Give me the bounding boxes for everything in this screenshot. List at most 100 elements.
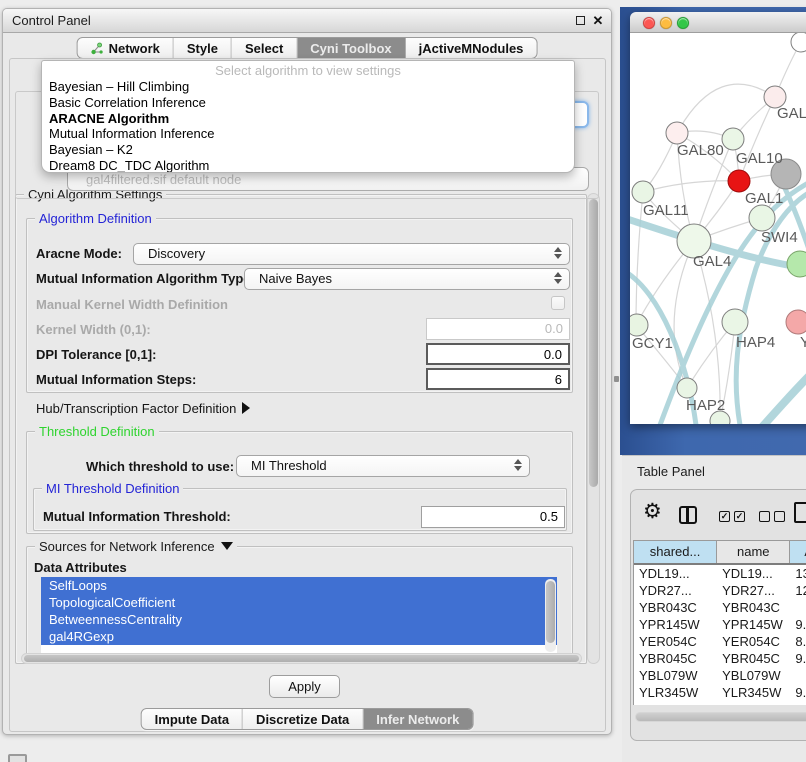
mi-type-value: Naive Bayes bbox=[259, 271, 332, 286]
hub-factor-expander[interactable]: Hub/Transcription Factor Definition bbox=[36, 401, 250, 416]
tab-network[interactable]: Network bbox=[78, 38, 174, 58]
cell: YBR043C bbox=[717, 599, 790, 616]
split-columns-icon[interactable] bbox=[679, 506, 697, 524]
aracne-mode-combobox[interactable]: Discovery bbox=[133, 243, 570, 265]
cell: YDL19... bbox=[634, 565, 717, 582]
table-row[interactable]: YPR145WYPR145W9. bbox=[634, 616, 806, 633]
node-hap4[interactable] bbox=[722, 309, 748, 335]
table-row[interactable]: YBR043CYBR043C bbox=[634, 599, 806, 616]
checkbox-unchecked-icon[interactable] bbox=[759, 511, 770, 522]
mi-threshold-field[interactable]: 0.5 bbox=[421, 506, 565, 528]
mi-type-combobox[interactable]: Naive Bayes bbox=[244, 268, 570, 290]
node-table: shared... name A YDL19...YDL19...13 YDR2… bbox=[633, 540, 806, 705]
tab-impute-data[interactable]: Impute Data bbox=[142, 709, 243, 729]
column-header-shared-name[interactable]: shared... bbox=[634, 541, 717, 563]
cell: YBL079W bbox=[717, 667, 790, 684]
tab-select[interactable]: Select bbox=[232, 38, 297, 58]
checkbox-unchecked-icon[interactable] bbox=[774, 511, 785, 522]
table-panel-title: Table Panel bbox=[637, 464, 705, 479]
table-row[interactable]: YIL052CYIL052C9. bbox=[634, 701, 806, 705]
settings-horizontal-scrollbar[interactable] bbox=[21, 653, 582, 664]
tab-style-label: Style bbox=[187, 38, 218, 59]
control-panel-window: Control Panel ✕ Network Style Select Cyn… bbox=[2, 8, 612, 735]
document-icon[interactable] bbox=[794, 502, 806, 523]
settings-gear-icon[interactable]: ⚙ bbox=[643, 499, 662, 525]
node-y-partial[interactable] bbox=[786, 310, 806, 334]
tab-jactivemnodules[interactable]: jActiveMNodules bbox=[406, 38, 537, 58]
stepper-arrows-icon bbox=[554, 272, 562, 284]
network-graph[interactable]: GAL80 GAL10 GAL1 GAL11 SWI4 GAL4 GCY1 HA… bbox=[630, 33, 806, 424]
column-header-clipped[interactable]: A bbox=[790, 541, 806, 563]
attribute-item-selected[interactable]: TopologicalCoefficient bbox=[41, 594, 557, 611]
kernel-width-field[interactable]: 0.0 bbox=[426, 318, 570, 340]
settings-vertical-scrollbar[interactable] bbox=[587, 193, 600, 664]
minimize-traffic-light-icon[interactable] bbox=[660, 17, 672, 29]
expander-collapsed-icon bbox=[242, 402, 250, 414]
cell: YPR145W bbox=[634, 616, 717, 633]
tab-style[interactable]: Style bbox=[174, 38, 232, 58]
algorithm-option[interactable]: Dream8 DC_TDC Algorithm bbox=[42, 158, 574, 173]
algorithm-option[interactable]: Bayesian – Hill Climbing bbox=[42, 79, 574, 95]
scrollbar-thumb[interactable] bbox=[546, 581, 555, 643]
algorithm-dropdown-placeholder: Select algorithm to view settings bbox=[42, 63, 574, 79]
node-swi4[interactable] bbox=[749, 205, 775, 231]
float-window-icon[interactable] bbox=[576, 16, 585, 25]
scrollbar-thumb[interactable] bbox=[636, 713, 806, 721]
mi-steps-field[interactable]: 6 bbox=[426, 368, 570, 390]
table-row[interactable]: YLR345WYLR345W9. bbox=[634, 684, 806, 701]
network-canvas[interactable]: GAL80 GAL10 GAL1 GAL11 SWI4 GAL4 GCY1 HA… bbox=[630, 33, 806, 424]
scrollbar-thumb[interactable] bbox=[589, 199, 598, 487]
apply-button[interactable]: Apply bbox=[269, 675, 340, 698]
manual-kernel-checkbox[interactable] bbox=[551, 296, 565, 310]
control-panel-titlebar[interactable]: Control Panel ✕ bbox=[3, 9, 611, 33]
checkbox-checked-icon[interactable]: ✓ bbox=[734, 511, 745, 522]
tab-discretize-data[interactable]: Discretize Data bbox=[243, 709, 363, 729]
cell: 9. bbox=[790, 684, 806, 701]
tab-infer-network[interactable]: Infer Network bbox=[363, 709, 472, 729]
node-label: HAP2 bbox=[686, 397, 725, 414]
close-icon[interactable]: ✕ bbox=[591, 12, 605, 30]
tab-select-label: Select bbox=[245, 38, 283, 59]
column-header-name[interactable]: name bbox=[717, 541, 790, 563]
table-row[interactable]: YBR045CYBR045C9. bbox=[634, 650, 806, 667]
minimized-panel-button[interactable] bbox=[8, 754, 27, 762]
node-gal1-selected[interactable] bbox=[728, 170, 750, 192]
node-gcy1[interactable] bbox=[630, 314, 648, 336]
scrollbar-thumb[interactable] bbox=[24, 655, 579, 662]
cell bbox=[790, 599, 806, 616]
table-row[interactable]: YDR27...YDR27...12 bbox=[634, 582, 806, 599]
node-gal80[interactable] bbox=[666, 122, 688, 144]
cell: YBR043C bbox=[634, 599, 717, 616]
stepper-arrows-icon bbox=[554, 247, 562, 259]
checkbox-checked-icon[interactable]: ✓ bbox=[719, 511, 730, 522]
split-pane-handle[interactable] bbox=[614, 376, 619, 382]
algorithm-option[interactable]: Basic Correlation Inference bbox=[42, 95, 574, 111]
which-threshold-combobox[interactable]: MI Threshold bbox=[236, 455, 530, 477]
tab-cyni-toolbox[interactable]: Cyni Toolbox bbox=[297, 38, 405, 58]
dpi-tolerance-field[interactable]: 0.0 bbox=[426, 343, 570, 365]
sources-title-text: Sources for Network Inference bbox=[39, 539, 215, 554]
table-row[interactable]: YER054CYER054C8. bbox=[634, 633, 806, 650]
node-unlabeled[interactable] bbox=[791, 33, 806, 52]
algorithm-option-aracne[interactable]: ARACNE Algorithm bbox=[42, 111, 574, 127]
attribute-item-selected[interactable]: SelfLoops bbox=[41, 577, 557, 594]
node-gal10[interactable] bbox=[722, 128, 744, 150]
table-horizontal-scrollbar[interactable] bbox=[635, 712, 806, 722]
attribute-item-selected[interactable]: BetweennessCentrality bbox=[41, 611, 557, 628]
attributes-scrollbar[interactable] bbox=[545, 579, 556, 652]
expander-expanded-icon bbox=[221, 542, 233, 550]
algorithm-option[interactable]: Mutual Information Inference bbox=[42, 126, 574, 142]
aracne-mode-value: Discovery bbox=[148, 246, 205, 261]
node-hap2[interactable] bbox=[677, 378, 697, 398]
attribute-item-selected[interactable]: gal4RGexp bbox=[41, 628, 557, 645]
node-green[interactable] bbox=[787, 251, 806, 277]
table-row[interactable]: YBL079WYBL079W bbox=[634, 667, 806, 684]
node-gal11[interactable] bbox=[632, 181, 654, 203]
table-row[interactable]: YDL19...YDL19...13 bbox=[634, 565, 806, 582]
zoom-traffic-light-icon[interactable] bbox=[677, 17, 689, 29]
node-label: GAL4 bbox=[693, 253, 731, 270]
network-window-titlebar[interactable] bbox=[630, 12, 806, 33]
close-traffic-light-icon[interactable] bbox=[643, 17, 655, 29]
algorithm-option[interactable]: Bayesian – K2 bbox=[42, 142, 574, 158]
cell: 9. bbox=[790, 616, 806, 633]
